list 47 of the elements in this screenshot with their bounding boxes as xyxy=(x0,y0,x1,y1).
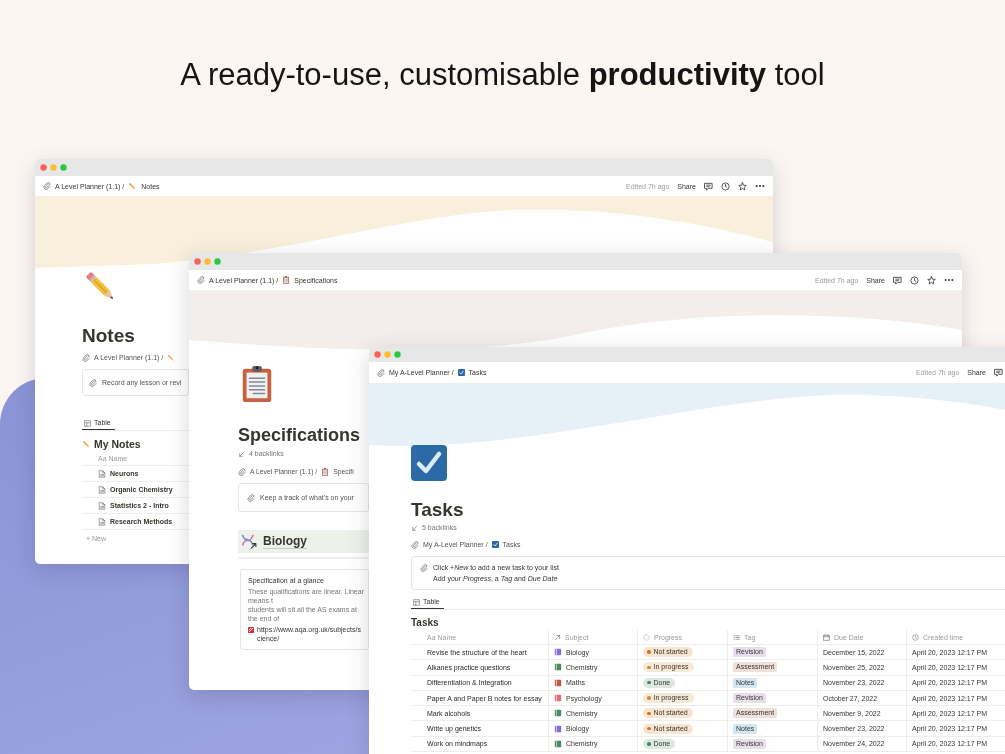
arrow-icon xyxy=(554,633,561,641)
paperclip-icon xyxy=(89,378,97,387)
clipboard-icon xyxy=(282,276,291,284)
list-icon xyxy=(733,633,740,641)
database-title: Tasks xyxy=(411,616,439,630)
arrow-icon xyxy=(238,450,245,458)
more-icon[interactable] xyxy=(944,278,954,282)
calendar-icon xyxy=(823,633,830,641)
checkbox-icon xyxy=(457,369,465,376)
comment-icon[interactable] xyxy=(994,368,1003,377)
pencil-icon xyxy=(82,439,91,449)
star-icon[interactable] xyxy=(927,275,936,285)
page-title: Tasks xyxy=(411,499,464,521)
headline: A ready-to-use, customisable productivity tool xyxy=(180,56,825,94)
more-icon[interactable] xyxy=(755,184,765,188)
site-icon xyxy=(248,626,254,633)
paperclip-icon xyxy=(82,353,90,362)
table-icon xyxy=(413,598,420,606)
paperclip-icon xyxy=(238,467,246,476)
page-title: Notes xyxy=(82,325,135,347)
page-icon xyxy=(98,485,106,494)
page-title: Specifications xyxy=(238,424,361,446)
table-icon xyxy=(84,419,91,427)
checkbox-icon xyxy=(491,541,499,548)
clock-icon xyxy=(912,633,919,641)
arrow-icon xyxy=(411,524,418,532)
comment-icon[interactable] xyxy=(704,181,713,191)
paperclip-icon xyxy=(247,493,255,502)
page-icon xyxy=(98,517,106,526)
checkbox-icon xyxy=(411,445,447,481)
page-icon xyxy=(98,501,106,510)
clipboard-icon xyxy=(321,467,330,476)
paperclip-icon xyxy=(43,182,51,190)
dna-icon xyxy=(241,533,258,550)
paperclip-icon xyxy=(377,368,385,377)
dashed-circle-icon xyxy=(643,633,650,641)
clock-icon[interactable] xyxy=(721,181,730,191)
paperclip-icon xyxy=(411,540,419,549)
paperclip-icon xyxy=(420,563,428,572)
database-title: My Notes xyxy=(94,437,141,451)
paperclip-icon xyxy=(197,276,205,284)
pencil-icon xyxy=(128,181,138,191)
comment-icon[interactable] xyxy=(893,275,902,285)
clock-icon[interactable] xyxy=(910,275,919,285)
section-link[interactable]: Biology xyxy=(263,534,307,549)
star-icon[interactable] xyxy=(738,181,747,191)
page-icon xyxy=(98,469,106,478)
